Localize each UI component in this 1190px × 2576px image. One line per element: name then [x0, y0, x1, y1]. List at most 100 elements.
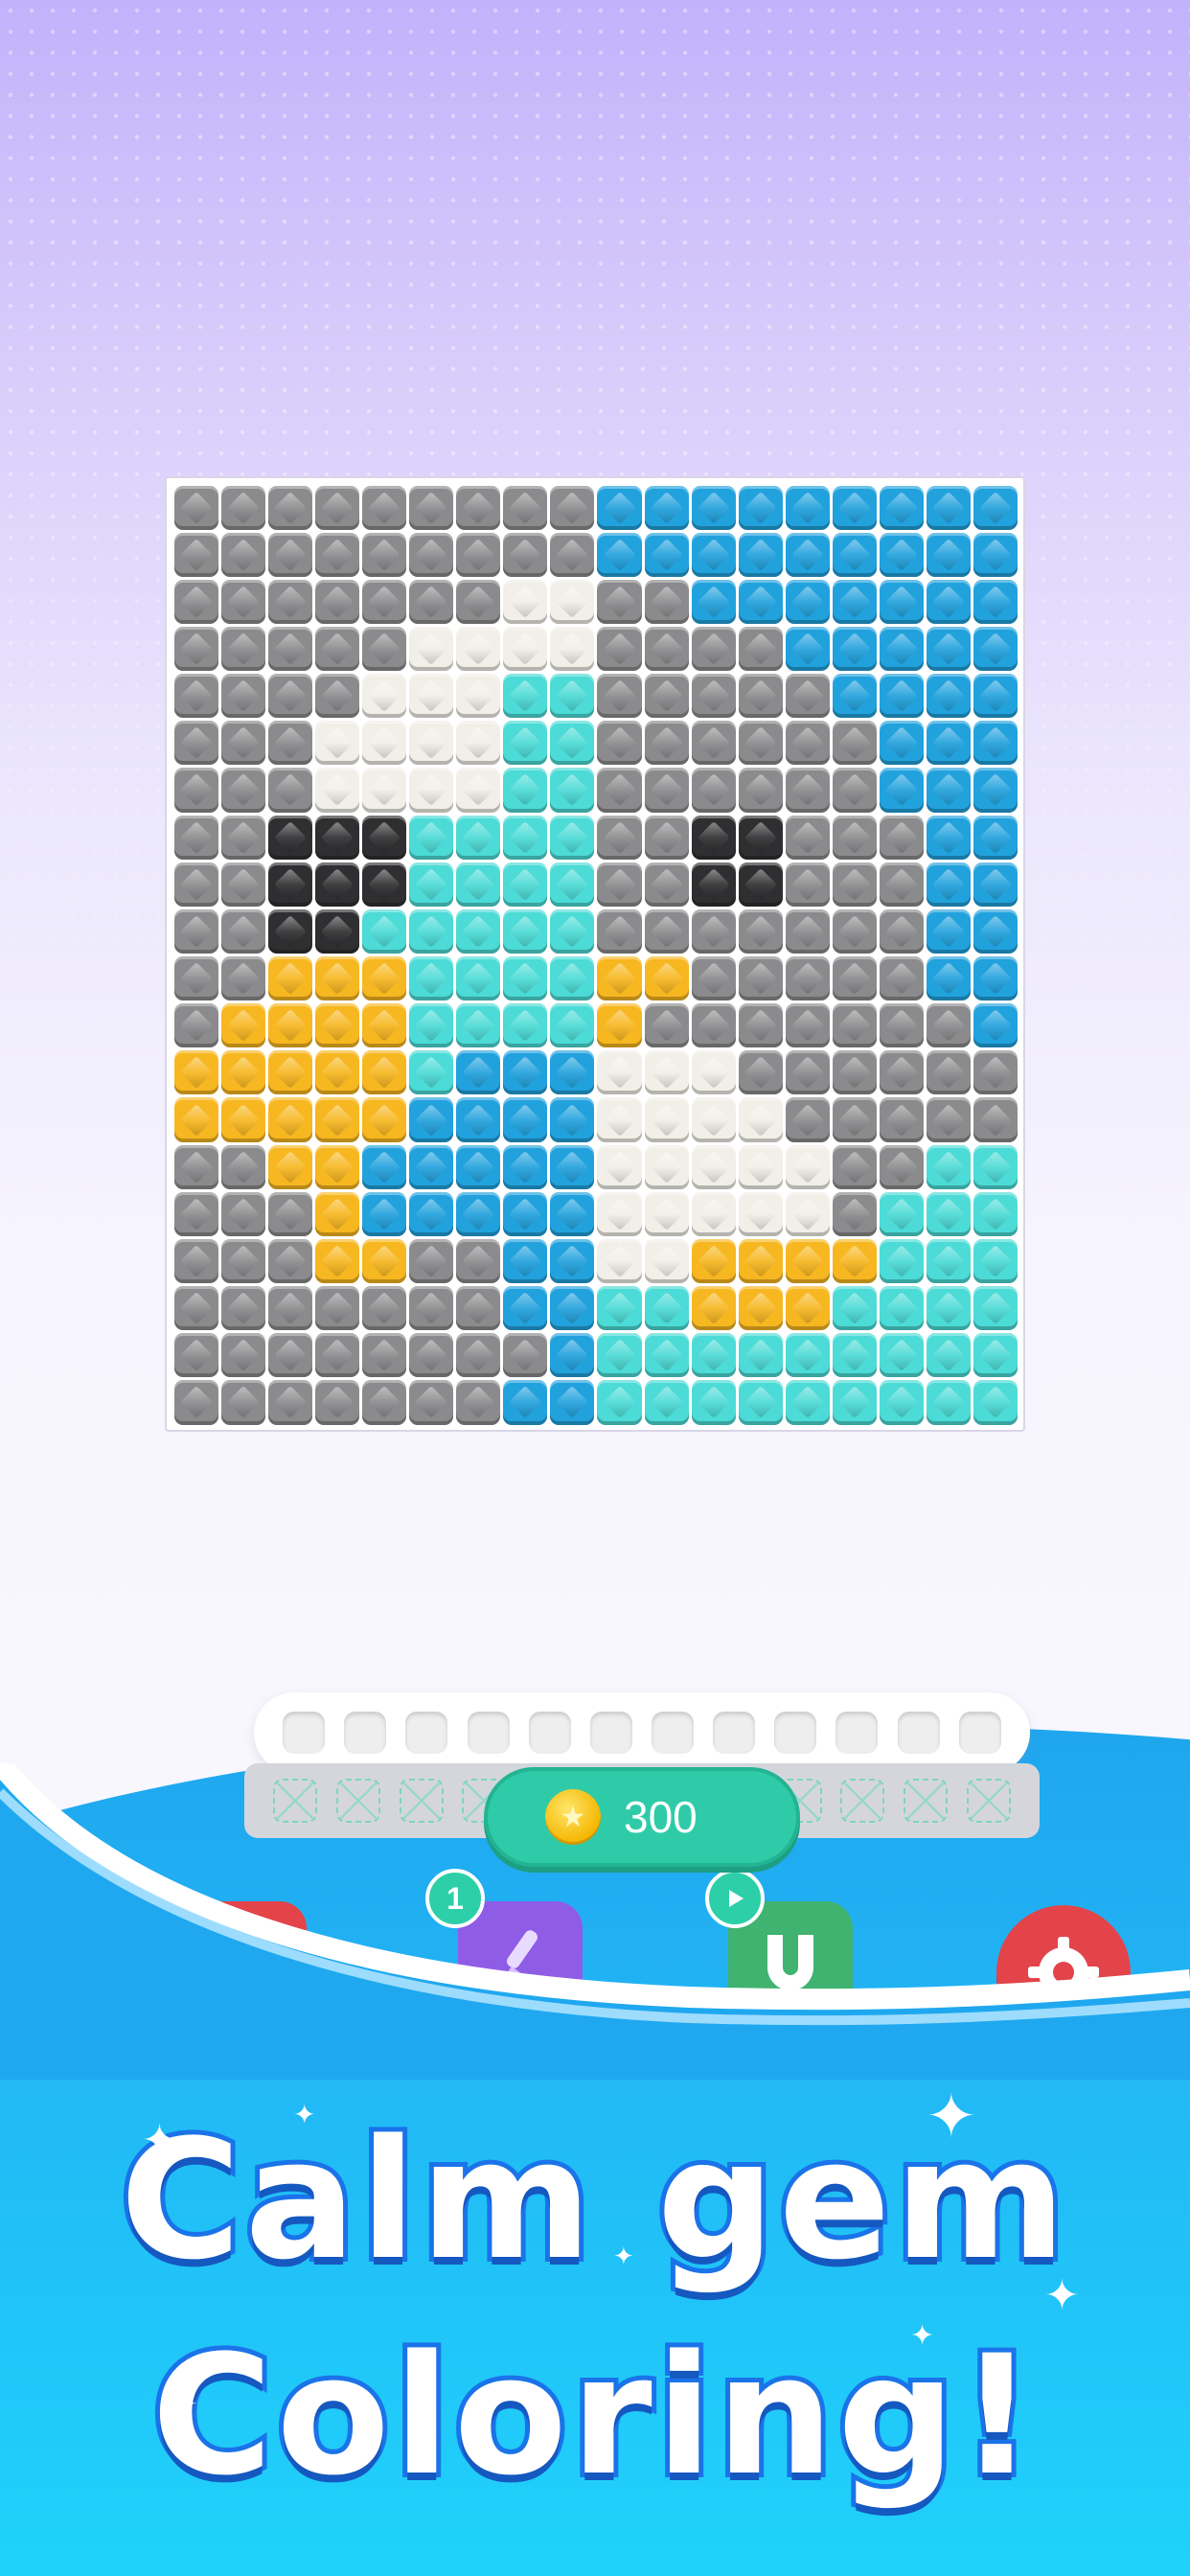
gem-cell[interactable] — [785, 1050, 831, 1095]
gem-cell[interactable] — [220, 532, 265, 577]
gem-cell[interactable] — [456, 674, 501, 719]
gem-cell[interactable] — [361, 1380, 407, 1425]
gem-cell[interactable] — [409, 674, 454, 719]
gem-cell[interactable] — [220, 674, 265, 719]
gem-cell[interactable] — [785, 1003, 831, 1048]
gem-cell[interactable] — [361, 1003, 407, 1048]
gem-cell[interactable] — [550, 579, 595, 624]
gem-cell[interactable] — [880, 1333, 925, 1378]
gem-cell[interactable] — [833, 1003, 878, 1048]
gem-cell[interactable] — [880, 1050, 925, 1095]
gem-cell[interactable] — [314, 721, 359, 766]
gem-cell[interactable] — [738, 1003, 783, 1048]
gem-cell[interactable] — [973, 862, 1018, 907]
gem-cell[interactable] — [409, 1380, 454, 1425]
gem-cell[interactable] — [927, 1380, 972, 1425]
gem-cell[interactable] — [503, 1238, 548, 1284]
gem-cell[interactable] — [409, 1050, 454, 1095]
gem-cell[interactable] — [409, 1238, 454, 1284]
gem-cell[interactable] — [267, 1144, 312, 1189]
gem-cell[interactable] — [409, 485, 454, 530]
gem-cell[interactable] — [314, 1191, 359, 1236]
gem-cell[interactable] — [691, 1380, 736, 1425]
gem-cell[interactable] — [267, 768, 312, 813]
gem-cell[interactable] — [785, 768, 831, 813]
gem-cell[interactable] — [173, 1050, 218, 1095]
gem-cell[interactable] — [597, 1286, 642, 1331]
gem-cell[interactable] — [785, 1097, 831, 1142]
gem-cell[interactable] — [409, 815, 454, 860]
gem-cell[interactable] — [597, 908, 642, 954]
gem-cell[interactable] — [503, 908, 548, 954]
gem-cell[interactable] — [503, 1286, 548, 1331]
gem-cell[interactable] — [644, 485, 689, 530]
gem-cell[interactable] — [833, 862, 878, 907]
gem-cell[interactable] — [880, 768, 925, 813]
gem-cell[interactable] — [880, 1144, 925, 1189]
gem-cell[interactable] — [409, 626, 454, 672]
gem-cell[interactable] — [503, 1144, 548, 1189]
gem-cell[interactable] — [597, 721, 642, 766]
gem-cell[interactable] — [738, 674, 783, 719]
gem-cell[interactable] — [785, 1144, 831, 1189]
gem-cell[interactable] — [880, 674, 925, 719]
gem-cell[interactable] — [785, 485, 831, 530]
gem-cell[interactable] — [691, 1003, 736, 1048]
gem-cell[interactable] — [267, 674, 312, 719]
gem-cell[interactable] — [314, 1144, 359, 1189]
gem-cell[interactable] — [173, 579, 218, 624]
gem-cell[interactable] — [880, 1380, 925, 1425]
gem-cell[interactable] — [550, 1003, 595, 1048]
gem-cell[interactable] — [456, 1097, 501, 1142]
gem-cell[interactable] — [503, 626, 548, 672]
gem-cell[interactable] — [738, 1286, 783, 1331]
gem-cell[interactable] — [173, 626, 218, 672]
gem-cell[interactable] — [973, 768, 1018, 813]
gem-cell[interactable] — [550, 908, 595, 954]
gem-cell[interactable] — [833, 1097, 878, 1142]
gem-cell[interactable] — [880, 1097, 925, 1142]
gem-cell[interactable] — [691, 532, 736, 577]
gem-cell[interactable] — [880, 1286, 925, 1331]
gem-cell[interactable] — [220, 768, 265, 813]
gem-cell[interactable] — [456, 1333, 501, 1378]
gem-cell[interactable] — [833, 1050, 878, 1095]
gem-cell[interactable] — [691, 1286, 736, 1331]
gem-cell[interactable] — [785, 721, 831, 766]
gem-cell[interactable] — [409, 768, 454, 813]
gem-cell[interactable] — [785, 1238, 831, 1284]
gem-cell[interactable] — [691, 674, 736, 719]
gem-cell[interactable] — [927, 1050, 972, 1095]
gem-cell[interactable] — [738, 908, 783, 954]
gem-cell[interactable] — [314, 1050, 359, 1095]
gem-cell[interactable] — [597, 532, 642, 577]
gem-cell[interactable] — [973, 908, 1018, 954]
gem-cell[interactable] — [691, 908, 736, 954]
gem-cell[interactable] — [267, 956, 312, 1001]
gem-cell[interactable] — [644, 579, 689, 624]
gem-cell[interactable] — [220, 1380, 265, 1425]
gem-cell[interactable] — [409, 1097, 454, 1142]
gem-cell[interactable] — [361, 485, 407, 530]
gem-cell[interactable] — [267, 1333, 312, 1378]
gem-cell[interactable] — [691, 579, 736, 624]
gem-cell[interactable] — [973, 1238, 1018, 1284]
gem-cell[interactable] — [361, 1286, 407, 1331]
gem-cell[interactable] — [833, 721, 878, 766]
gem-cell[interactable] — [833, 1380, 878, 1425]
gem-cell[interactable] — [973, 1286, 1018, 1331]
gem-cell[interactable] — [785, 815, 831, 860]
gem-cell[interactable] — [173, 1238, 218, 1284]
gem-cell[interactable] — [220, 1050, 265, 1095]
gem-cell[interactable] — [456, 626, 501, 672]
gem-cell[interactable] — [927, 862, 972, 907]
gem-cell[interactable] — [644, 1144, 689, 1189]
gem-cell[interactable] — [833, 485, 878, 530]
gem-cell[interactable] — [409, 579, 454, 624]
gem-cell[interactable] — [361, 908, 407, 954]
gem-cell[interactable] — [173, 1003, 218, 1048]
gem-cell[interactable] — [927, 1003, 972, 1048]
gem-cell[interactable] — [503, 579, 548, 624]
gem-cell[interactable] — [880, 1003, 925, 1048]
gem-cell[interactable] — [691, 485, 736, 530]
